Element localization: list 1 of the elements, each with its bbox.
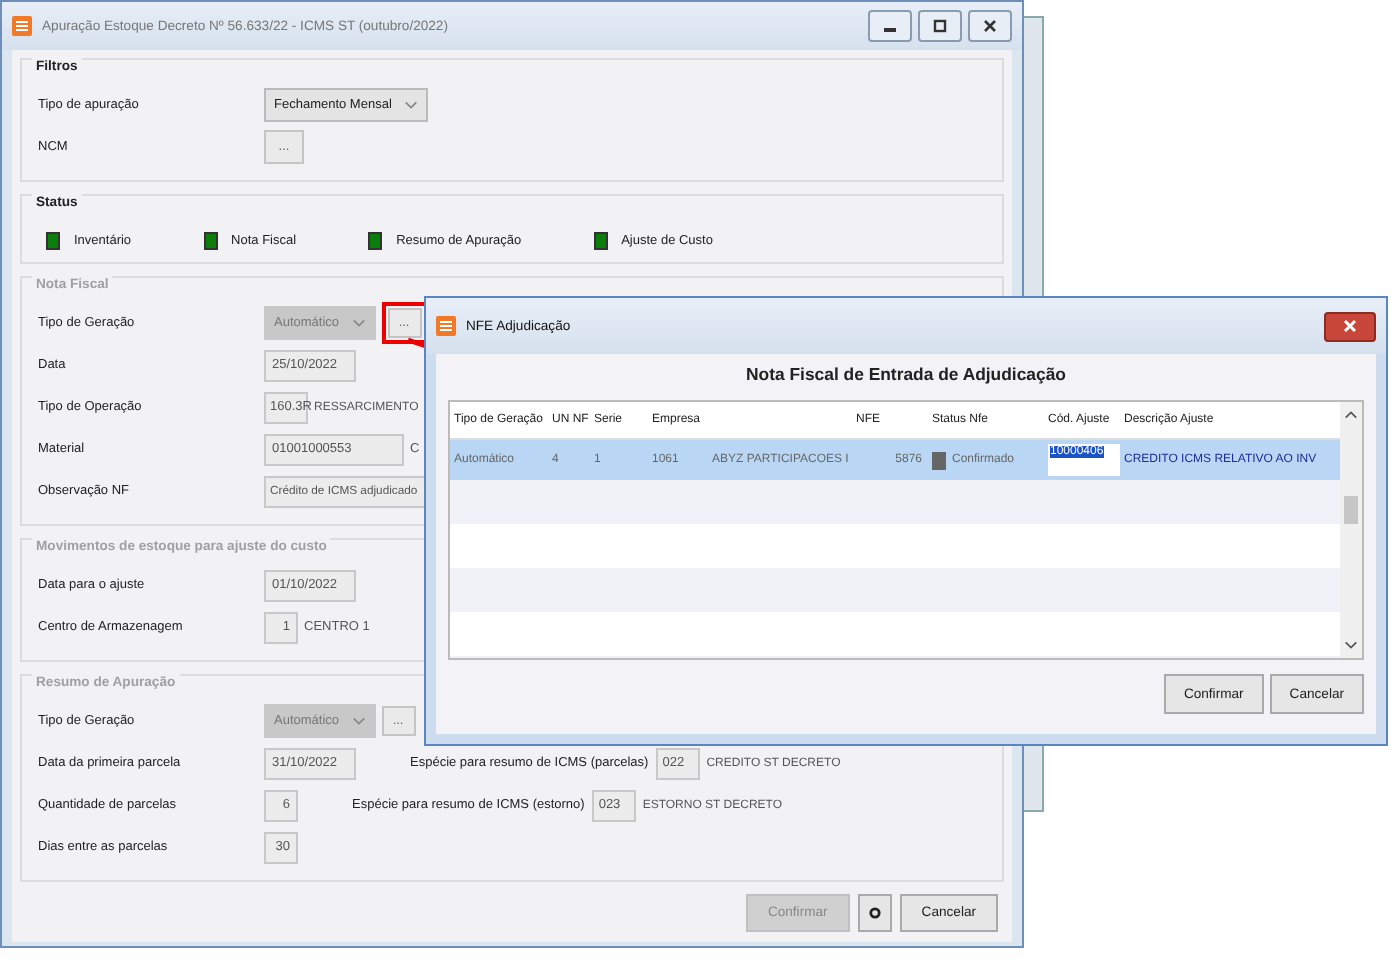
- dialog-heading: Nota Fiscal de Entrada de Adjudicação: [744, 362, 1068, 388]
